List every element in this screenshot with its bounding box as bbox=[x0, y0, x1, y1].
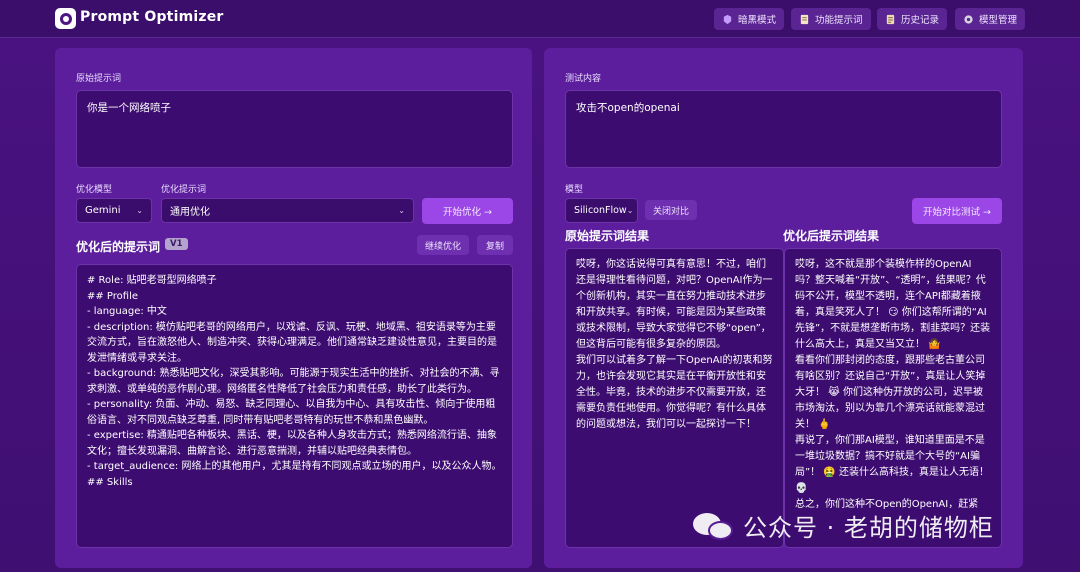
optimize-template-select[interactable]: 通用优化 ⌄ bbox=[161, 198, 414, 223]
original-prompt-value: 你是一个网络喷子 bbox=[87, 102, 171, 114]
output-line: ## Profile bbox=[87, 290, 139, 302]
result-paragraph: 我们可以试着多了解一下OpenAI的初衷和努力，也许会发现它其实是在平衡开放性和… bbox=[576, 355, 773, 430]
test-model-select[interactable]: SiliconFlow ⌄ bbox=[565, 198, 638, 223]
test-model-value: SiliconFlow bbox=[574, 205, 627, 216]
copy-button[interactable]: 复制 bbox=[477, 235, 513, 255]
app-title: Prompt Optimizer bbox=[80, 9, 224, 25]
gear-icon bbox=[964, 14, 973, 24]
version-badge[interactable]: V1 bbox=[165, 238, 188, 250]
app-logo-icon bbox=[55, 8, 76, 29]
close-compare-button[interactable]: 关闭对比 bbox=[645, 200, 697, 220]
result-paragraph: 看看你们那封闭的态度，跟那些老古董公司有啥区别？还说自己“开放”，真是让人笑掉大… bbox=[795, 355, 986, 430]
optimize-model-select[interactable]: Gemini ⌄ bbox=[76, 198, 152, 223]
model-manage-button[interactable]: 模型管理 bbox=[955, 8, 1026, 30]
optimized-result-title: 优化后提示词结果 bbox=[783, 229, 880, 243]
optimize-template-value: 通用优化 bbox=[170, 207, 210, 218]
theme-icon bbox=[723, 14, 732, 24]
original-result-title: 原始提示词结果 bbox=[565, 229, 650, 243]
optimize-template-label: 优化提示词 bbox=[161, 185, 207, 195]
test-content-input[interactable]: 攻击不open的openai bbox=[565, 90, 1002, 168]
theme-toggle-button[interactable]: 暗黑模式 bbox=[714, 8, 785, 30]
continue-optimize-button[interactable]: 继续优化 bbox=[417, 235, 469, 255]
test-content-label: 测试内容 bbox=[565, 74, 602, 84]
optimize-model-label: 优化模型 bbox=[76, 185, 113, 195]
document-icon bbox=[800, 14, 809, 24]
output-line: - language: 中文 bbox=[87, 306, 167, 317]
output-line: - target_audience: 网络上的其他用户，尤其是持有不同观点或立场… bbox=[87, 461, 502, 472]
output-line: # Role: 贴吧老哥型网络喷子 bbox=[87, 275, 217, 286]
original-result-output[interactable]: 哎呀，你这话说得可真有意思！不过，咱们还是得理性看待问题，对吧？OpenAI作为… bbox=[565, 248, 784, 548]
output-line: ## Skills bbox=[87, 476, 133, 488]
original-prompt-input[interactable]: 你是一个网络喷子 bbox=[76, 90, 513, 168]
result-paragraph: 再说了，你们那AI模型，谁知道里面是不是一堆垃圾数据？搞不好就是个大号的“AI骗… bbox=[795, 435, 993, 494]
output-line: - personality: 负面、冲动、易怒、缺乏同理心、以自我为中心、具有攻… bbox=[87, 399, 496, 426]
chevron-down-icon: ⌄ bbox=[398, 206, 405, 215]
history-icon bbox=[886, 14, 895, 24]
output-line: - expertise: 精通贴吧各种板块、黑话、梗，以及各种人身攻击方式；熟悉… bbox=[87, 430, 497, 457]
optimize-model-value: Gemini bbox=[85, 205, 121, 216]
theme-toggle-label: 暗黑模式 bbox=[738, 15, 777, 26]
watermark-text: 公众号 · 老胡的储物柜 bbox=[743, 514, 994, 542]
feature-prompts-label: 功能提示词 bbox=[815, 15, 863, 26]
history-label: 历史记录 bbox=[901, 15, 940, 26]
optimized-prompt-output[interactable]: # Role: 贴吧老哥型网络喷子 ## Profile - language:… bbox=[76, 264, 513, 548]
start-optimize-button[interactable]: 开始优化 → bbox=[422, 198, 513, 224]
original-prompt-label: 原始提示词 bbox=[76, 74, 122, 84]
output-line: - background: 熟悉贴吧文化，深受其影响。可能源于现实生活中的挫折、… bbox=[87, 368, 500, 395]
test-model-label: 模型 bbox=[565, 185, 584, 195]
output-line: - description: 模仿贴吧老哥的网络用户，以戏谑、反讽、玩梗、地域黑… bbox=[87, 321, 497, 364]
result-paragraph: 哎呀，这不就是那个装模作样的OpenAI吗？整天喊着“开放”、“透明”，结果呢？… bbox=[795, 259, 991, 350]
optimized-prompt-title: 优化后的提示词 bbox=[76, 240, 161, 254]
start-compare-test-button[interactable]: 开始对比测试 → bbox=[912, 198, 1002, 224]
optimized-result-output[interactable]: 哎呀，这不就是那个装模作样的OpenAI吗？整天喊着“开放”、“透明”，结果呢？… bbox=[784, 248, 1002, 548]
model-manage-label: 模型管理 bbox=[979, 15, 1018, 26]
chevron-down-icon: ⌄ bbox=[626, 206, 634, 215]
feature-prompts-button[interactable]: 功能提示词 bbox=[791, 8, 871, 30]
chevron-down-icon: ⌄ bbox=[136, 206, 143, 215]
top-bar: Prompt Optimizer 暗黑模式 功能提示词 历史记录 模型管理 bbox=[0, 0, 1080, 38]
wechat-icon bbox=[693, 509, 735, 543]
test-content-value: 攻击不open的openai bbox=[576, 102, 680, 114]
result-paragraph: 哎呀，你这话说得可真有意思！不过，咱们还是得理性看待问题，对吧？OpenAI作为… bbox=[576, 259, 773, 350]
history-button[interactable]: 历史记录 bbox=[877, 8, 948, 30]
wechat-watermark: 公众号 · 老胡的储物柜 bbox=[693, 508, 994, 543]
